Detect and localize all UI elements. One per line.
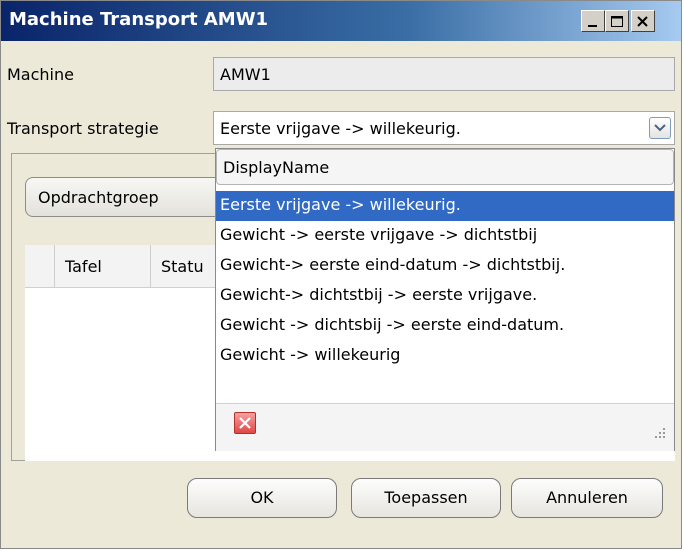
apply-button[interactable]: Toepassen: [351, 478, 501, 518]
column-header-tafel[interactable]: Tafel: [55, 245, 151, 287]
machine-label: Machine: [7, 65, 74, 84]
dialog-window: Machine Transport AMW1 Machine AMW1 Tran…: [0, 0, 682, 549]
dropdown-option[interactable]: Eerste vrijgave -> willekeurig.: [216, 191, 674, 221]
dropdown-option[interactable]: Gewicht -> willekeurig: [216, 341, 674, 371]
minimize-button[interactable]: [581, 10, 605, 32]
dropdown-button[interactable]: [649, 117, 671, 139]
dropdown-option[interactable]: Gewicht-> eerste eind-datum -> dichtstbi…: [216, 251, 674, 281]
grid-row-header-cell: [25, 245, 55, 287]
clear-selection-button[interactable]: [234, 412, 256, 434]
close-button[interactable]: [631, 10, 655, 32]
strategy-select[interactable]: Eerste vrijgave -> willekeurig.: [213, 111, 675, 145]
window-title: Machine Transport AMW1: [9, 9, 269, 30]
resize-grip-icon[interactable]: [652, 425, 666, 439]
dropdown-option[interactable]: Gewicht-> dichtstbij -> eerste vrijgave.: [216, 281, 674, 311]
dropdown-option[interactable]: Gewicht -> eerste vrijgave -> dichtstbij: [216, 221, 674, 251]
maximize-button[interactable]: [605, 10, 629, 32]
strategy-value: Eerste vrijgave -> willekeurig.: [220, 119, 461, 138]
dropdown-option[interactable]: Gewicht -> dichtsbij -> eerste eind-datu…: [216, 311, 674, 341]
ok-button[interactable]: OK: [187, 478, 337, 518]
strategy-dropdown-list: DisplayName Eerste vrijgave -> willekeur…: [215, 148, 675, 451]
close-icon: [239, 417, 251, 429]
dropdown-footer: [216, 403, 674, 451]
dropdown-column-header[interactable]: DisplayName: [216, 149, 674, 185]
cancel-button[interactable]: Annuleren: [511, 478, 663, 518]
maximize-icon: [611, 16, 623, 27]
machine-field: AMW1: [213, 57, 675, 91]
minimize-icon: [588, 25, 597, 27]
strategy-label: Transport strategie: [7, 119, 159, 138]
title-bar[interactable]: Machine Transport AMW1: [1, 1, 681, 41]
close-icon: [637, 16, 648, 27]
chevron-down-icon: [654, 124, 666, 132]
